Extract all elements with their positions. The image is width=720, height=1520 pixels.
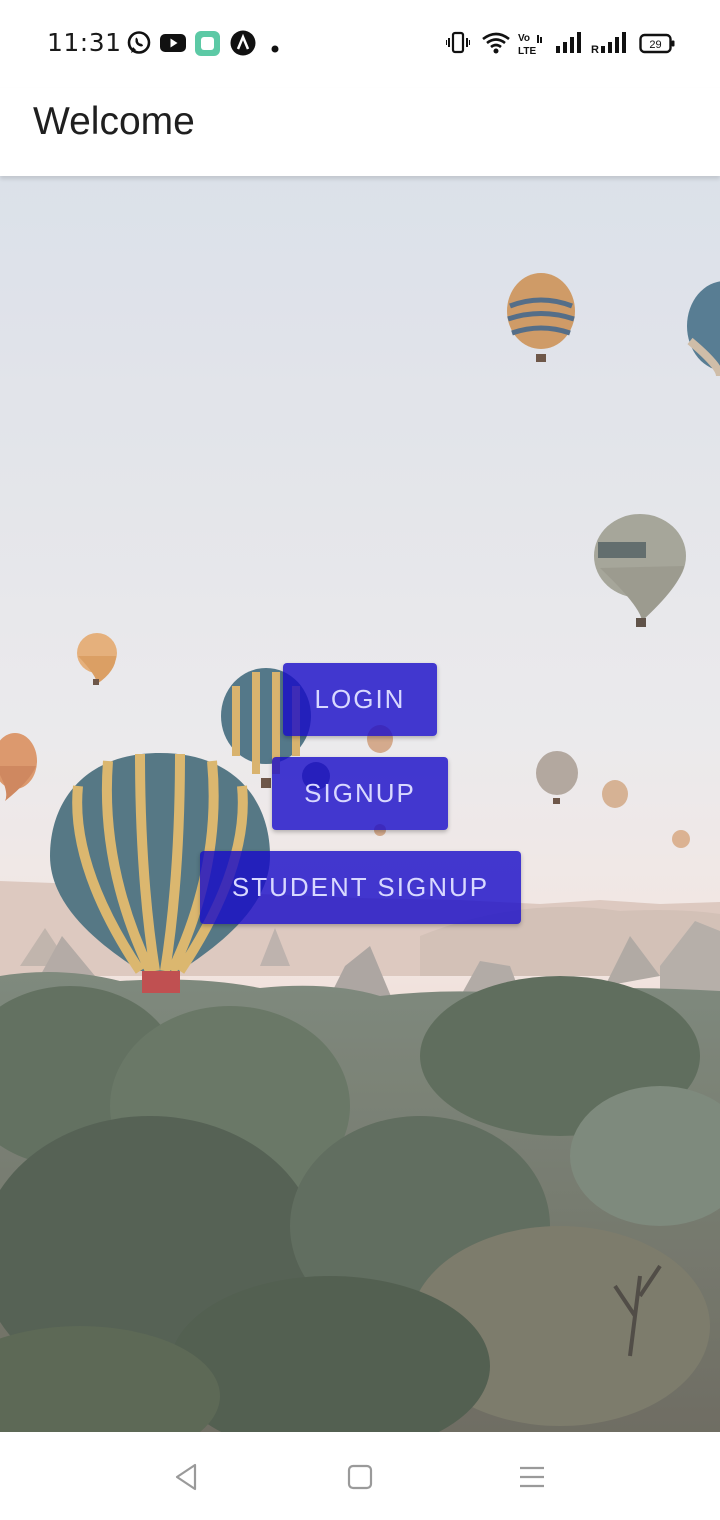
svg-text:Vo: Vo [518, 33, 530, 44]
wifi-icon [481, 30, 511, 61]
svg-text:LTE: LTE [518, 46, 536, 57]
login-button[interactable]: LOGIN [283, 663, 437, 736]
dot-icon [271, 40, 279, 58]
youtube-icon [160, 30, 186, 61]
menu-icon[interactable] [507, 1452, 557, 1502]
home-icon[interactable] [335, 1452, 385, 1502]
battery-icon: 29 [639, 33, 675, 60]
student-signup-button[interactable]: STUDENT SIGNUP [200, 851, 521, 924]
navigation-bar [0, 1432, 720, 1520]
whatsapp-icon [126, 30, 152, 61]
status-bar: 11:31 Vo LTE R 29 [0, 0, 720, 88]
app-icon [195, 30, 221, 61]
signal-icon [555, 30, 583, 61]
battery-level: 29 [649, 39, 661, 51]
clock: 11:31 [47, 28, 122, 57]
volte-icon: Vo LTE [517, 31, 545, 62]
signup-button[interactable]: SIGNUP [272, 757, 448, 830]
arc-icon [230, 30, 256, 61]
page-title: Welcome [33, 100, 195, 143]
roaming-signal-icon: R [591, 30, 629, 61]
vibrate-icon [445, 30, 471, 61]
roaming-label: R [591, 44, 599, 56]
back-icon[interactable] [161, 1452, 211, 1502]
